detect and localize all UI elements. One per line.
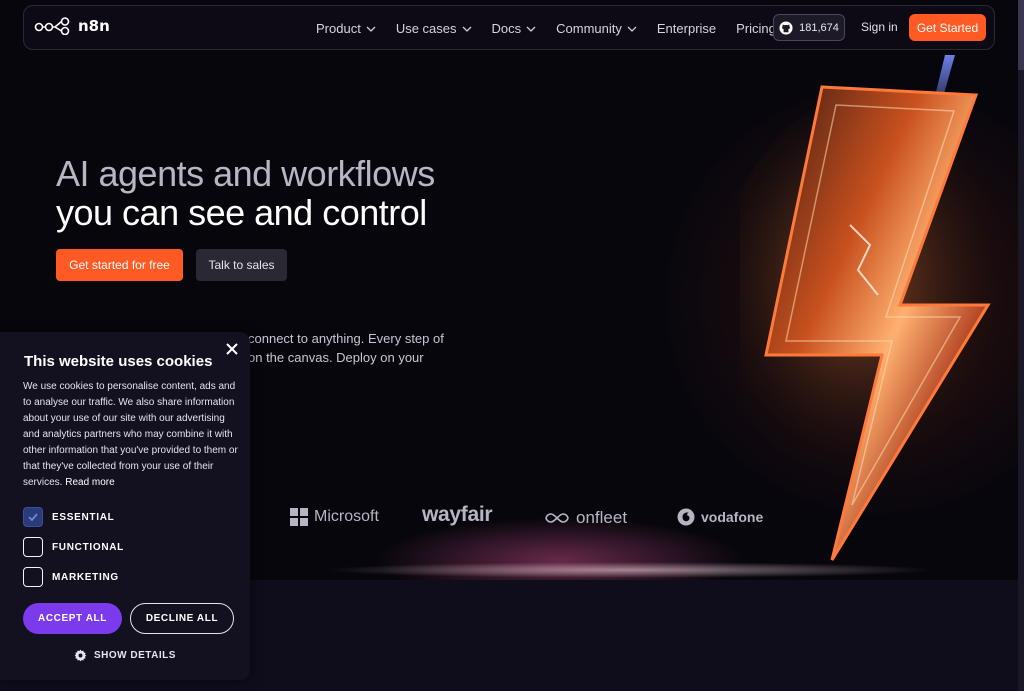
sign-in-link[interactable]: Sign in — [861, 20, 898, 34]
menu-item-pricing[interactable]: Pricing — [736, 21, 776, 36]
onfleet-infinity-icon — [545, 513, 569, 523]
hero-description: connect to anything. Every step of on th… — [248, 329, 458, 367]
cookie-option-essential[interactable]: ESSENTIAL — [23, 507, 114, 527]
wayfair-logo: wayfair — [422, 503, 493, 527]
menu-item-label: Docs — [491, 21, 522, 36]
chevron-down-icon — [462, 26, 471, 32]
menu-item-label: Product — [316, 21, 361, 36]
lightning-bolt-illustration — [740, 55, 1020, 561]
checkbox-marketing[interactable] — [23, 567, 43, 587]
checkbox-functional[interactable] — [23, 537, 43, 557]
cookie-option-label: ESSENTIAL — [52, 511, 115, 523]
main-menu: Product Use cases Docs Community Enterpr… — [316, 6, 796, 51]
decline-all-button[interactable]: DECLINE ALL — [130, 603, 234, 634]
close-icon[interactable] — [224, 341, 240, 357]
vodafone-logo: vodafone — [677, 508, 763, 526]
vodafone-logo-text: vodafone — [701, 509, 764, 525]
menu-item-use-cases[interactable]: Use cases — [396, 21, 472, 36]
hero-description-line-2: on the canvas. Deploy on your — [248, 350, 424, 365]
cookie-option-functional[interactable]: FUNCTIONAL — [23, 537, 124, 557]
accept-all-button[interactable]: ACCEPT ALL — [23, 603, 122, 634]
onfleet-logo: onfleet — [544, 508, 627, 528]
chevron-down-icon — [526, 26, 536, 32]
microsoft-logo-text: Microsoft — [314, 508, 379, 525]
cookie-body: We use cookies to personalise content, a… — [23, 379, 238, 491]
cookie-option-label: MARKETING — [52, 571, 119, 583]
cookie-title: This website uses cookies — [24, 353, 213, 370]
menu-item-community[interactable]: Community — [556, 21, 637, 36]
n8n-logo[interactable]: n8n — [34, 17, 110, 35]
github-stars-button[interactable]: 181,674 — [773, 14, 845, 41]
checkmark-icon — [28, 513, 38, 522]
hero-title-line-1: AI agents and workflows — [56, 153, 435, 194]
menu-item-label: Community — [556, 21, 622, 36]
gear-icon — [74, 649, 87, 662]
hero-title-line-2: you can see and control — [56, 192, 427, 233]
cookie-body-text: We use cookies to personalise content, a… — [23, 381, 238, 488]
menu-item-docs[interactable]: Docs — [492, 21, 537, 36]
menu-item-label: Pricing — [736, 21, 776, 36]
checkbox-essential[interactable] — [23, 507, 43, 527]
get-started-button[interactable]: Get Started — [909, 14, 986, 41]
chevron-down-icon — [366, 26, 376, 32]
github-stars-count: 181,674 — [799, 21, 839, 34]
talk-to-sales-button[interactable]: Talk to sales — [196, 249, 287, 281]
menu-item-product[interactable]: Product — [316, 21, 376, 36]
microsoft-grid-icon — [290, 508, 308, 526]
wayfair-logo-text: wayfair — [422, 503, 493, 526]
n8n-logo-icon — [34, 17, 70, 35]
cookie-option-label: FUNCTIONAL — [52, 541, 124, 553]
read-more-link[interactable]: Read more — [65, 477, 114, 488]
show-details-label: SHOW DETAILS — [94, 650, 176, 661]
logo-text: n8n — [78, 17, 110, 35]
top-navigation: n8n Product Use cases Docs Community Ent… — [23, 5, 995, 50]
cookie-option-marketing[interactable]: MARKETING — [23, 567, 119, 587]
microsoft-logo: Microsoft — [290, 508, 379, 526]
chevron-down-icon — [627, 26, 637, 32]
menu-item-label: Enterprise — [656, 21, 717, 36]
github-icon — [779, 20, 793, 35]
vodafone-speechmark-icon — [677, 508, 695, 526]
get-started-free-button[interactable]: Get started for free — [56, 249, 183, 281]
menu-item-enterprise[interactable]: Enterprise — [657, 21, 716, 36]
onfleet-logo-text: onfleet — [576, 508, 628, 527]
cookie-consent-panel: This website uses cookies We use cookies… — [0, 332, 250, 680]
hero-description-line-1: connect to anything. Every step of — [248, 331, 444, 346]
menu-item-label: Use cases — [395, 21, 457, 36]
show-details-toggle[interactable]: SHOW DETAILS — [74, 649, 176, 662]
